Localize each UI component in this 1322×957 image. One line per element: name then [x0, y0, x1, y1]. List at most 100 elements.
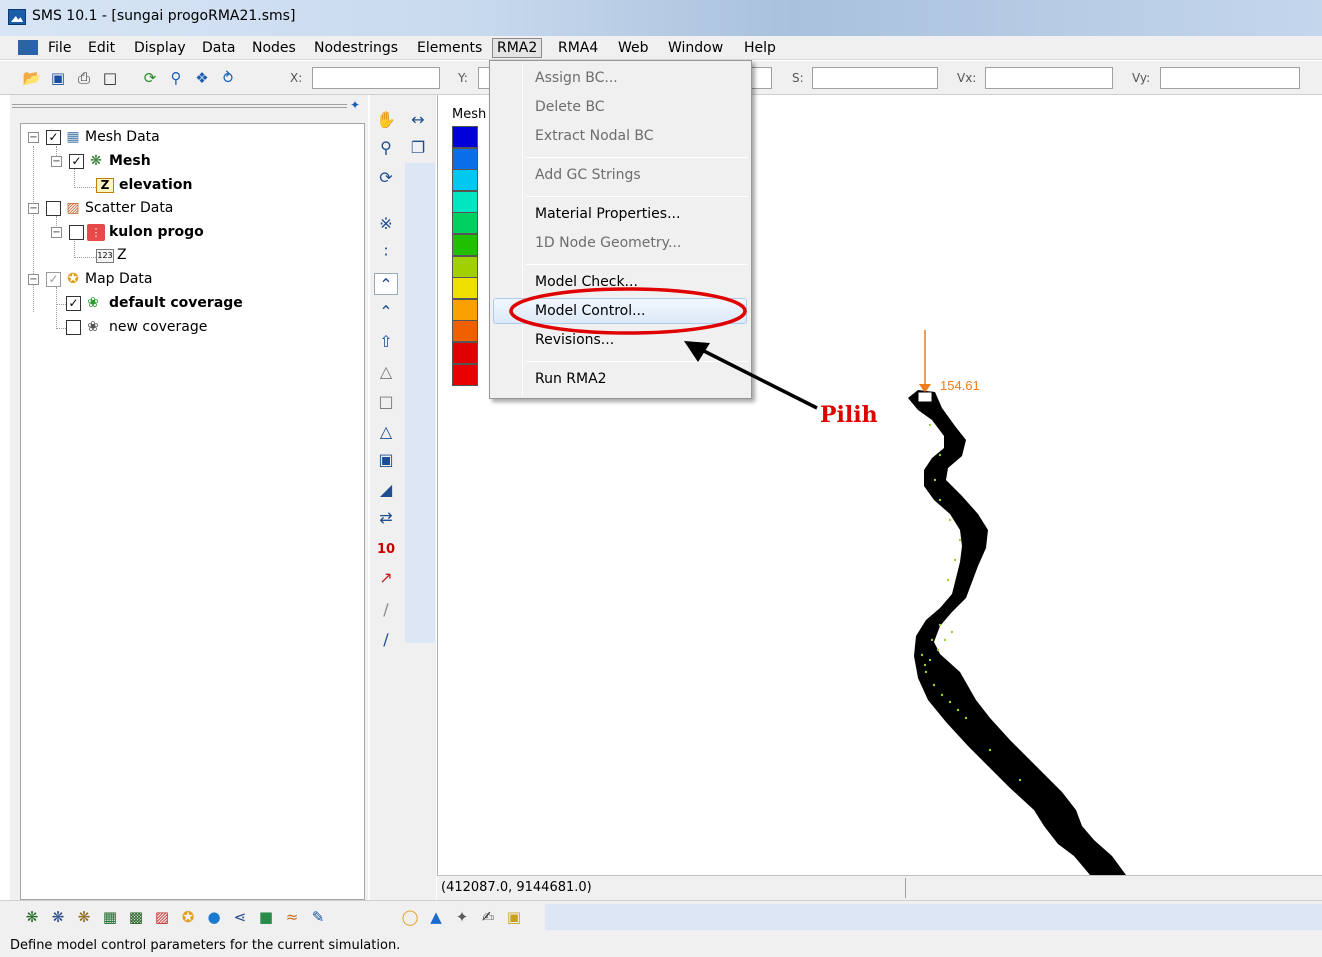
- rotate-icon[interactable]: ⟳: [374, 167, 398, 189]
- menu-rma2[interactable]: RMA2: [492, 38, 543, 58]
- legend-swatch: [452, 212, 478, 235]
- collapse-toggle[interactable]: −: [28, 274, 39, 285]
- print-icon[interactable]: ⎙: [74, 69, 94, 87]
- triangle-icon[interactable]: △: [374, 361, 398, 383]
- menu-item-run-rma2[interactable]: Run RMA2: [535, 371, 607, 387]
- zoom-tool-icon[interactable]: ⚲: [374, 137, 398, 159]
- particle-module-icon[interactable]: ⋖: [230, 907, 250, 927]
- create-node-icon[interactable]: ∶: [374, 241, 398, 263]
- create-nodestring-icon[interactable]: ⌃: [374, 301, 398, 323]
- z-coord-field[interactable]: [752, 67, 772, 89]
- menu-file[interactable]: File: [44, 39, 75, 57]
- checkbox-checked[interactable]: ✓: [46, 130, 61, 145]
- measure-icon[interactable]: ↔: [406, 109, 430, 131]
- mesh-module-2-icon[interactable]: ❋: [48, 907, 68, 927]
- coverage-icon: ❀: [87, 295, 99, 311]
- 1d-module-icon[interactable]: ≈: [282, 907, 302, 927]
- split-merge-icon[interactable]: ◢: [374, 479, 398, 501]
- menu-edit[interactable]: Edit: [84, 39, 119, 57]
- menu-item-1d-node-geometry[interactable]: 1D Node Geometry...: [535, 235, 681, 251]
- select-display-icon[interactable]: ❐: [406, 137, 430, 159]
- checkbox-checked[interactable]: ✓: [66, 296, 81, 311]
- contour-label-icon[interactable]: 10: [374, 539, 398, 561]
- grid-module-icon[interactable]: ▦: [100, 907, 120, 927]
- select-nodestring-icon[interactable]: ⌃: [374, 273, 398, 295]
- document-icon[interactable]: [18, 40, 38, 55]
- collapse-toggle[interactable]: −: [51, 227, 62, 238]
- tree-item-label: Map Data: [85, 271, 153, 287]
- pin-tool-icon[interactable]: ◯: [400, 907, 420, 927]
- legend-swatch: [452, 234, 478, 256]
- menu-rma4[interactable]: RMA4: [554, 39, 602, 57]
- collapse-toggle[interactable]: −: [28, 132, 39, 143]
- line-select-icon[interactable]: ∕: [374, 629, 398, 651]
- pan-icon[interactable]: ✋: [374, 109, 398, 131]
- menu-item-delete-bc[interactable]: Delete BC: [535, 99, 605, 115]
- tool-palette: ✋ ↔ ⚲ ❐ ⟳ ※ ∶ ⌃ ⌃ ⇧ △ □ △ ▣ ◢ ⇄ 10 ↗ ∕ ∕: [370, 95, 436, 900]
- zoom-icon[interactable]: ⚲: [166, 69, 186, 87]
- vx-coord-field[interactable]: [985, 67, 1113, 89]
- menu-item-material-properties[interactable]: Material Properties...: [535, 206, 680, 222]
- coordinate-readout: (412087.0, 9144681.0): [441, 880, 592, 895]
- panel-grip[interactable]: [12, 104, 347, 108]
- menu-window[interactable]: Window: [664, 39, 727, 57]
- menu-elements[interactable]: Elements: [413, 39, 486, 57]
- checkbox-unchecked[interactable]: [66, 320, 81, 335]
- quadtree-module-icon[interactable]: ■: [256, 907, 276, 927]
- display-options-icon[interactable]: ▲: [426, 907, 446, 927]
- tree-item-label: default coverage: [109, 295, 243, 311]
- legend-swatch: [452, 363, 478, 386]
- map-module-icon[interactable]: ✪: [178, 907, 198, 927]
- status-bar: Define model control parameters for the …: [0, 932, 1322, 957]
- mesh-module-icon[interactable]: ❋: [22, 907, 42, 927]
- legend-title: Mesh: [452, 107, 487, 122]
- checkbox-unchecked[interactable]: [69, 225, 84, 240]
- properties-icon[interactable]: ✍: [478, 907, 498, 927]
- scatter-data-folder-icon: ▨: [66, 200, 80, 216]
- menu-nodes[interactable]: Nodes: [248, 39, 300, 57]
- menu-display[interactable]: Display: [130, 39, 190, 57]
- menu-item-model-check[interactable]: Model Check...: [535, 274, 638, 290]
- x-coord-field[interactable]: [312, 67, 440, 89]
- delete-icon[interactable]: □: [100, 69, 120, 87]
- line-icon[interactable]: ∕: [374, 599, 398, 621]
- tidal-module-icon[interactable]: ✎: [308, 907, 328, 927]
- axes-icon[interactable]: ⥁: [218, 69, 238, 87]
- vy-coord-field[interactable]: [1160, 67, 1300, 89]
- menu-item-add-gc-strings[interactable]: Add GC Strings: [535, 167, 641, 183]
- menu-help[interactable]: Help: [740, 39, 780, 57]
- select-node-icon[interactable]: ※: [374, 213, 398, 235]
- mesh-module-3-icon[interactable]: ❋: [74, 907, 94, 927]
- coordinate-system-icon[interactable]: ✦: [452, 907, 472, 927]
- profile-icon[interactable]: ↗: [374, 567, 398, 589]
- menu-item-extract-nodal-bc[interactable]: Extract Nodal BC: [535, 128, 654, 144]
- plot-icon[interactable]: ▣: [504, 907, 524, 927]
- checkbox-partial[interactable]: ✓: [46, 272, 61, 287]
- create-triangle-icon[interactable]: △: [374, 421, 398, 443]
- open-icon[interactable]: 📂: [22, 69, 42, 87]
- gis-module-icon[interactable]: ●: [204, 907, 224, 927]
- menu-item-model-control[interactable]: Model Control...: [535, 303, 645, 319]
- map-data-folder-icon: ✪: [67, 271, 79, 287]
- refresh-icon[interactable]: ⟳: [140, 69, 160, 87]
- frame-icon[interactable]: ❖: [192, 69, 212, 87]
- collapse-toggle[interactable]: −: [28, 203, 39, 214]
- select-element-icon[interactable]: ⇧: [374, 331, 398, 353]
- menu-data[interactable]: Data: [198, 39, 239, 57]
- save-icon[interactable]: ▣: [48, 69, 68, 87]
- pin-icon[interactable]: ✦: [350, 98, 360, 112]
- menu-item-revisions[interactable]: Revisions...: [535, 332, 614, 348]
- cartesian-grid-icon[interactable]: ▩: [126, 907, 146, 927]
- swap-icon[interactable]: ⇄: [374, 507, 398, 529]
- menu-item-assign-bc[interactable]: Assign BC...: [535, 70, 618, 86]
- s-coord-field[interactable]: [812, 67, 938, 89]
- checkbox-checked[interactable]: ✓: [69, 154, 84, 169]
- menu-nodestrings[interactable]: Nodestrings: [310, 39, 402, 57]
- create-quad-icon[interactable]: ▣: [374, 449, 398, 471]
- collapse-toggle[interactable]: −: [51, 156, 62, 167]
- scatter-module-icon[interactable]: ▨: [152, 907, 172, 927]
- square-icon[interactable]: □: [374, 391, 398, 413]
- menu-web[interactable]: Web: [614, 39, 653, 57]
- mesh-data-folder-icon: ▦: [66, 129, 80, 145]
- checkbox-unchecked[interactable]: [46, 201, 61, 216]
